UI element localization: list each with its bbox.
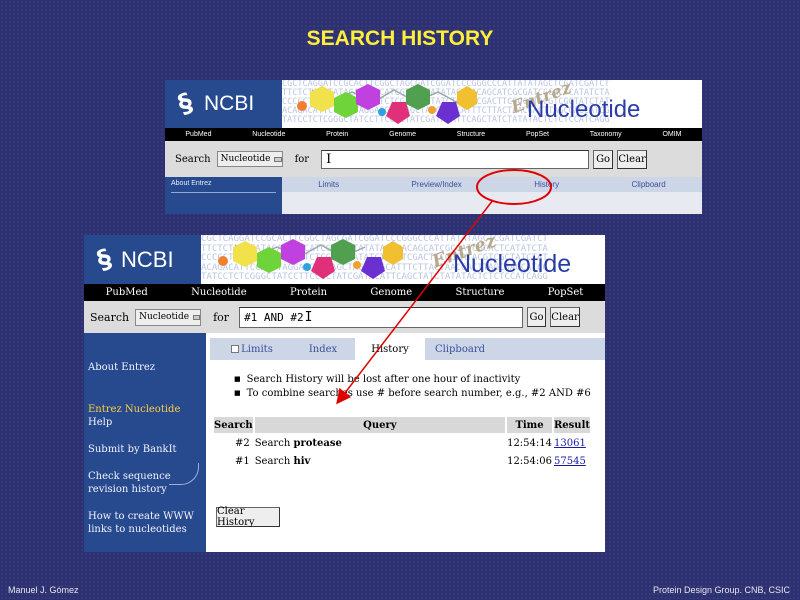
arrow-icon xyxy=(336,199,494,405)
footer-author: Manuel J. Gómez xyxy=(8,585,79,595)
highlight-ellipse xyxy=(476,169,552,205)
footer-affiliation: Protein Design Group. CNB, CSIC xyxy=(652,585,790,595)
annotation-overlay xyxy=(336,169,552,405)
